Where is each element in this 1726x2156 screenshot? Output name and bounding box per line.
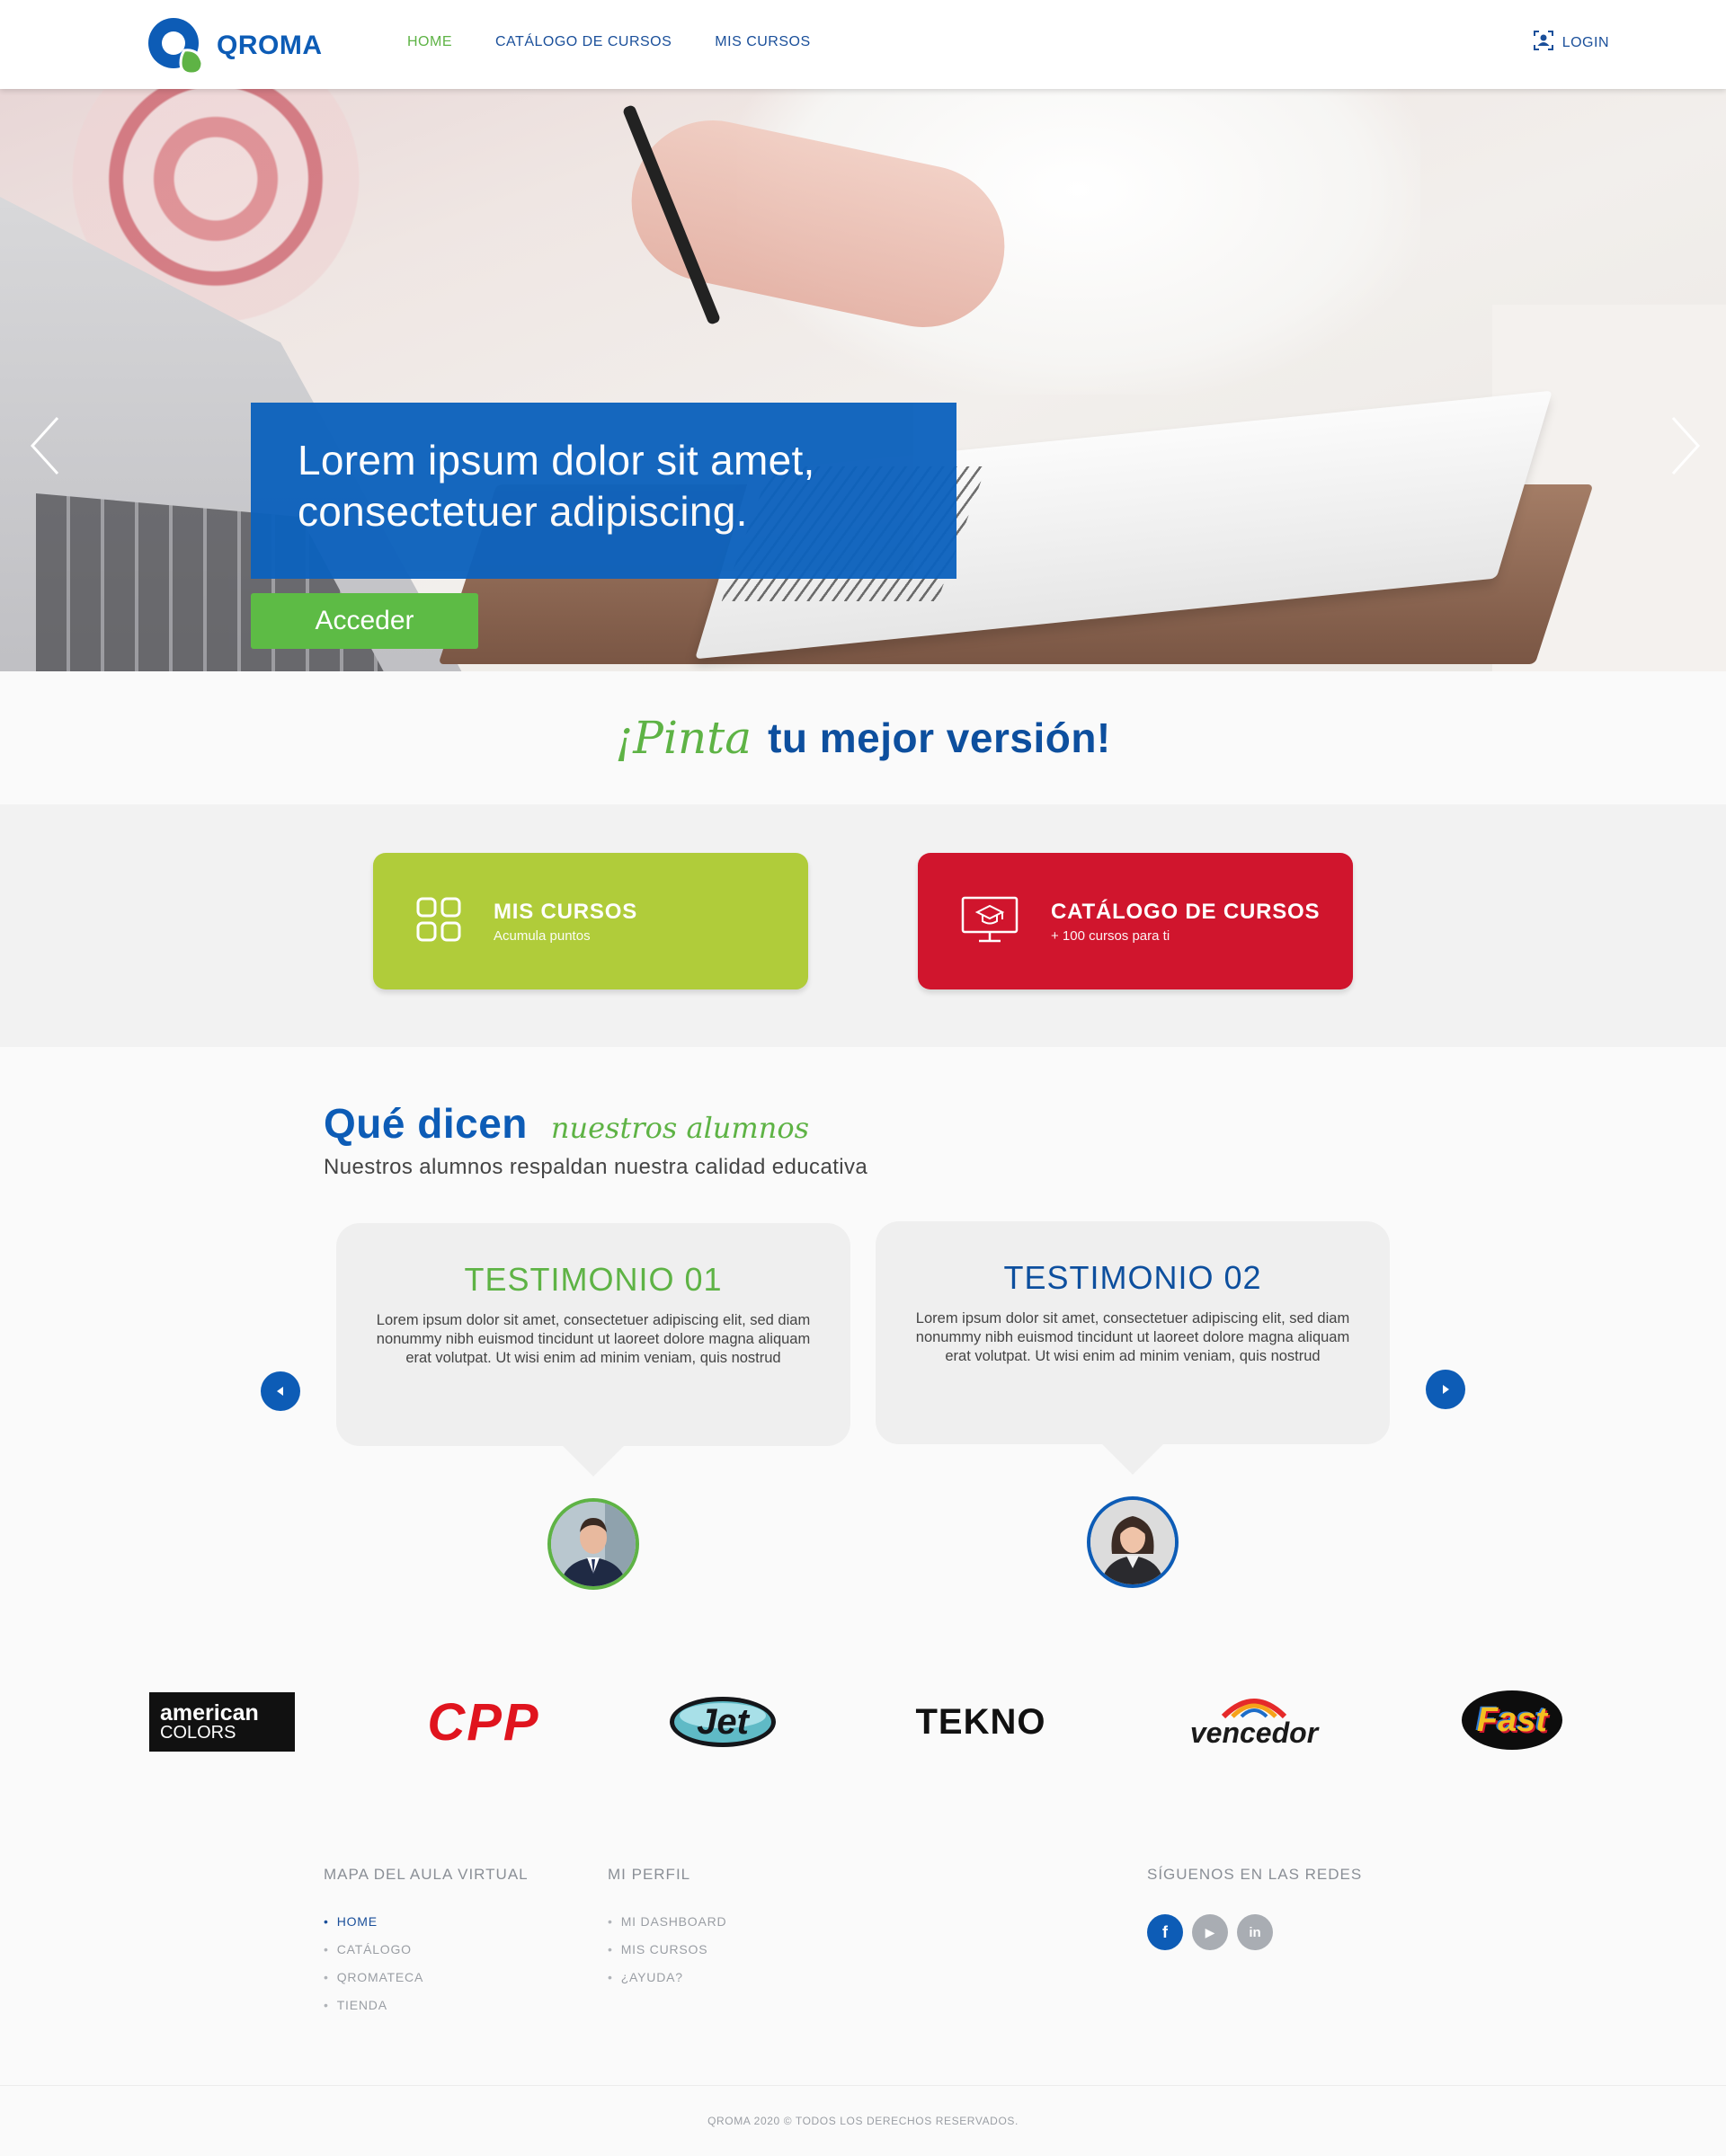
page: QROMA HOME CATÁLOGO DE CURSOS MIS CURSOS…	[0, 0, 1726, 2156]
tekno-logo: TEKNO	[906, 1692, 1055, 1752]
testimonials-prev-button[interactable]	[261, 1371, 300, 1411]
footer-link-mis-cursos[interactable]: MIS CURSOS	[608, 1942, 726, 1956]
catalogo-card-title: CATÁLOGO DE CURSOS	[1051, 899, 1321, 924]
vencedor-logo: vencedor	[1188, 1683, 1320, 1755]
mis-cursos-card-subtitle: Acumula puntos	[494, 927, 591, 944]
testimonial-title: TESTIMONIO 01	[464, 1261, 723, 1298]
tagline-text: tu mejor versión!	[768, 714, 1111, 761]
chevron-right-icon	[1671, 416, 1701, 475]
american-colors-logo-line1: american	[160, 1700, 259, 1726]
footer-link-tienda[interactable]: TIENDA	[324, 1998, 529, 2012]
footer-col-profile: MI PERFIL MI DASHBOARD MIS CURSOS ¿AYUDA…	[608, 1866, 726, 1998]
chevron-left-icon	[30, 416, 59, 475]
mis-cursos-card[interactable]: MIS CURSOS Acumula puntos	[373, 853, 808, 989]
social-links: f ▶ in	[1147, 1914, 1362, 1950]
testimonial-card: TESTIMONIO 01 Lorem ipsum dolor sit amet…	[336, 1223, 850, 1477]
hero-banner: Lorem ipsum dolor sit amet, consectetuer…	[0, 89, 1726, 671]
grid-icon	[416, 897, 461, 946]
testimonial-text: Lorem ipsum dolor sit amet, consectetuer…	[915, 1310, 1350, 1364]
hero-next-arrow[interactable]	[1668, 414, 1704, 477]
hero-headline-line1: Lorem ipsum dolor sit amet,	[298, 437, 815, 484]
tekno-logo-text: TEKNO	[915, 1701, 1046, 1742]
footer-heading: MAPA DEL AULA VIRTUAL	[324, 1866, 529, 1883]
footer-link-ayuda[interactable]: ¿AYUDA?	[608, 1970, 726, 1984]
main-nav: HOME CATÁLOGO DE CURSOS MIS CURSOS	[407, 34, 811, 50]
american-colors-logo: american COLORS	[149, 1692, 295, 1752]
login-button[interactable]: LOGIN	[1533, 31, 1609, 55]
caret-right-icon	[1443, 1385, 1449, 1394]
fast-logo: Fast	[1460, 1689, 1564, 1752]
testimonials-title-main: Qué dicen	[324, 1100, 528, 1147]
qroma-logo[interactable]: QROMA	[145, 14, 323, 77]
copyright-bar: QROMA 2020 © TODOS LOS DERECHOS RESERVAD…	[0, 2085, 1726, 2156]
login-label: LOGIN	[1561, 34, 1609, 50]
cpp-logo-text: CPP	[427, 1692, 540, 1752]
testimonial-text: Lorem ipsum dolor sit amet, consectetuer…	[376, 1312, 811, 1366]
youtube-icon[interactable]: ▶	[1192, 1914, 1228, 1950]
footer-heading: MI PERFIL	[608, 1866, 691, 1883]
hero-headline-line2: consectetuer adipiscing.	[298, 488, 748, 535]
logo-text: QROMA	[217, 31, 323, 60]
mis-cursos-card-title: MIS CURSOS	[494, 899, 638, 924]
nav-home[interactable]: HOME	[407, 34, 452, 50]
facebook-icon[interactable]: f	[1147, 1914, 1183, 1950]
footer: MAPA DEL AULA VIRTUAL HOME CATÁLOGO QROM…	[0, 1793, 1726, 2085]
footer-link-dashboard[interactable]: MI DASHBOARD	[608, 1914, 726, 1929]
mis-cursos-card-text: MIS CURSOS Acumula puntos	[494, 900, 637, 944]
testimonials-title-script: nuestros alumnos	[550, 1111, 810, 1145]
copyright-text: QROMA 2020 © TODOS LOS DERECHOS RESERVAD…	[707, 2115, 1019, 2127]
nav-mis-cursos[interactable]: MIS CURSOS	[715, 34, 810, 50]
hero-headline: Lorem ipsum dolor sit amet, consectetuer…	[298, 435, 910, 537]
footer-link-home[interactable]: HOME	[324, 1914, 529, 1929]
tagline-section: ¡Pinta tu mejor versión!	[0, 671, 1726, 804]
testimonials-next-button[interactable]	[1426, 1370, 1465, 1409]
testimonials-section: Qué dicen nuestros alumnos Nuestros alum…	[0, 1047, 1726, 1649]
catalogo-card-subtitle: + 100 cursos para ti	[1051, 927, 1170, 944]
avatar	[1087, 1496, 1179, 1588]
user-icon	[1533, 31, 1553, 55]
linkedin-icon[interactable]: in	[1237, 1914, 1273, 1950]
footer-list: MI DASHBOARD MIS CURSOS ¿AYUDA?	[608, 1914, 726, 1984]
caret-left-icon	[277, 1387, 283, 1396]
acceder-button[interactable]: Acceder	[251, 593, 478, 649]
avatar	[547, 1498, 639, 1590]
footer-link-catalogo[interactable]: CATÁLOGO	[324, 1942, 529, 1956]
testimonials-title: Qué dicen nuestros alumnos	[324, 1099, 809, 1148]
hero-prev-arrow[interactable]	[27, 414, 63, 477]
quick-links-section: MIS CURSOS Acumula puntos CATÁLOGO DE CU…	[0, 804, 1726, 1047]
catalogo-card-text: CATÁLOGO DE CURSOS + 100 cursos para ti	[1051, 900, 1320, 944]
vencedor-logo-text: vencedor	[1189, 1716, 1319, 1749]
american-colors-logo-line2: COLORS	[160, 1723, 236, 1743]
footer-link-qromateca[interactable]: QROMATECA	[324, 1970, 529, 1984]
testimonials-subtitle: Nuestros alumnos respaldan nuestra calid…	[324, 1155, 868, 1179]
footer-list: HOME CATÁLOGO QROMATECA TIENDA	[324, 1914, 529, 2012]
fast-logo-text: Fast	[1476, 1700, 1548, 1739]
brands-strip: american COLORS CPP Jet TEKNO vencedor F…	[0, 1649, 1726, 1793]
footer-heading: SÍGUENOS EN LAS REDES	[1147, 1866, 1363, 1883]
monitor-graduation-icon	[961, 896, 1019, 947]
jet-logo: Jet	[667, 1692, 778, 1752]
hero-headline-box: Lorem ipsum dolor sit amet, consectetuer…	[251, 403, 956, 579]
cpp-logo: CPP	[421, 1692, 547, 1752]
footer-col-map: MAPA DEL AULA VIRTUAL HOME CATÁLOGO QROM…	[324, 1866, 529, 2026]
testimonial-title: TESTIMONIO 02	[1003, 1259, 1262, 1296]
qroma-logo-mark	[145, 14, 208, 77]
jet-logo-text: Jet	[697, 1701, 749, 1742]
testimonial-card: TESTIMONIO 02 Lorem ipsum dolor sit amet…	[876, 1221, 1390, 1475]
footer-col-social: SÍGUENOS EN LAS REDES f ▶ in	[1147, 1866, 1362, 1950]
tagline-script: ¡Pinta	[615, 712, 752, 764]
top-header: QROMA HOME CATÁLOGO DE CURSOS MIS CURSOS…	[0, 0, 1726, 89]
nav-catalogo[interactable]: CATÁLOGO DE CURSOS	[495, 34, 672, 50]
catalogo-card[interactable]: CATÁLOGO DE CURSOS + 100 cursos para ti	[918, 853, 1353, 989]
